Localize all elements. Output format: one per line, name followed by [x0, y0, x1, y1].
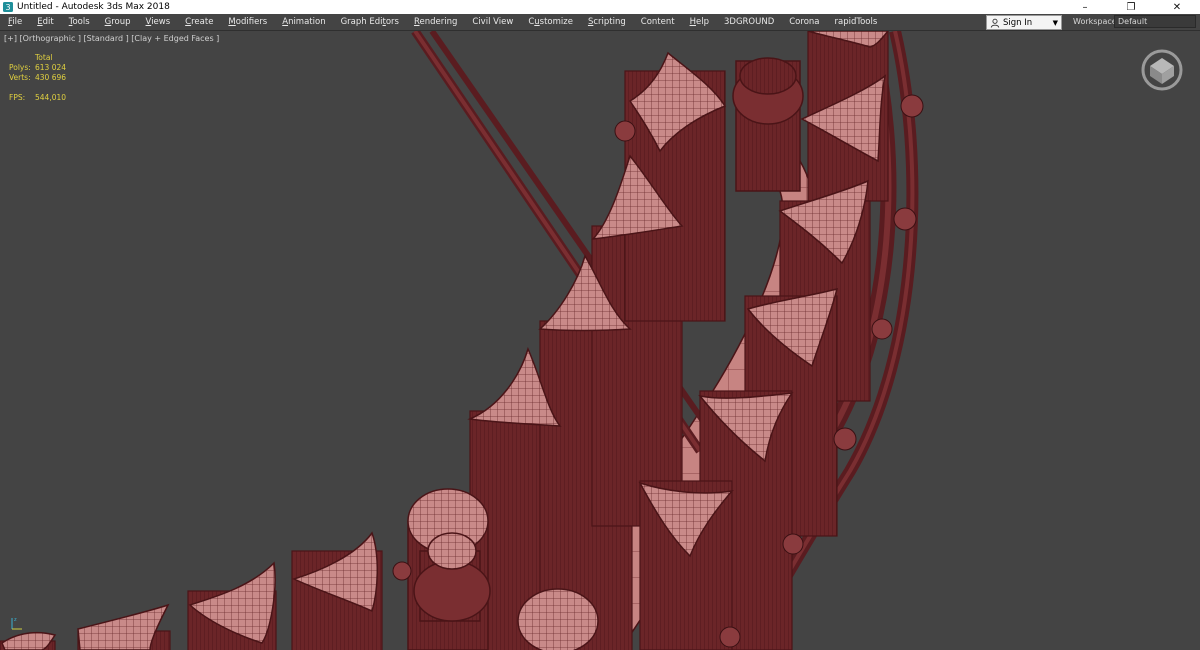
sign-in-dropdown[interactable]: Sign In ▼ [986, 15, 1062, 30]
menu-file[interactable]: File [0, 15, 29, 29]
fps-value: 544,010 [35, 93, 67, 102]
minimize-icon: – [1082, 1, 1088, 13]
menu-text: roup [111, 17, 131, 27]
3dsmax-logo-icon: 3 [3, 2, 13, 12]
window-title: Untitled - Autodesk 3ds Max 2018 [17, 2, 170, 12]
menu-bar: File Edit Tools Group Views Create Modifiers An… [0, 14, 1200, 31]
menu-edit[interactable]: Edit [29, 15, 60, 29]
menu-modifiers[interactable]: Modifiers [220, 15, 274, 29]
menu-text: Content [640, 17, 675, 27]
verts-value: 430 696 [35, 73, 67, 82]
menu-text: stomize [539, 17, 573, 27]
menu-corona[interactable]: Corona [781, 15, 826, 29]
menu-text: Graph Edi [340, 17, 383, 27]
menu-animation[interactable]: Animation [274, 15, 332, 29]
fps-label: FPS: [9, 93, 26, 102]
restore-icon: ❐ [1126, 1, 1136, 13]
menu-rapidtools[interactable]: rapidTools [827, 15, 885, 29]
menu-text: Civil View [472, 17, 514, 27]
menu-text: 3DGROUND [723, 17, 775, 27]
sign-in-label: Sign In [1003, 17, 1033, 28]
menu-content[interactable]: Content [633, 15, 682, 29]
stats-header: Total [35, 53, 53, 62]
menu-rendering[interactable]: Rendering [406, 15, 464, 29]
viewcube-icon[interactable] [1140, 48, 1184, 92]
menu-text: Corona [789, 17, 820, 27]
svg-text:z: z [14, 617, 17, 623]
perspective-viewport[interactable]: [+] [Orthographic ] [Standard ] [Clay + … [0, 31, 1200, 650]
menu-create[interactable]: Create [177, 15, 220, 29]
menu-text: ools [72, 17, 90, 27]
menu-text: nimation [288, 17, 326, 27]
title-bar: 3 Untitled - Autodesk 3ds Max 2018 – ❐ ✕ [0, 0, 1200, 14]
verts-label: Verts: [9, 73, 31, 82]
menu-text: iews [151, 17, 171, 27]
polys-value: 613 024 [35, 63, 67, 72]
menu-customize[interactable]: Customize [520, 15, 580, 29]
menu-text: odifiers [235, 17, 268, 27]
close-button[interactable]: ✕ [1154, 0, 1200, 14]
menu-text: cripting [593, 17, 626, 27]
menu-civil-view[interactable]: Civil View [464, 15, 520, 29]
menu-text: ile [12, 17, 23, 27]
menu-text: endering [419, 17, 458, 27]
restore-button[interactable]: ❐ [1108, 0, 1154, 14]
menu-text: elp [695, 17, 709, 27]
svg-text:3: 3 [5, 3, 10, 12]
menu-tools[interactable]: Tools [61, 15, 97, 29]
scene-render [0, 31, 924, 650]
menu-text: ors [385, 17, 399, 27]
close-icon: ✕ [1172, 1, 1182, 13]
viewport-label[interactable]: [+] [Orthographic ] [Standard ] [Clay + … [4, 34, 219, 43]
menu-text: dit [42, 17, 54, 27]
minimize-button[interactable]: – [1062, 0, 1108, 14]
menu-scripting[interactable]: Scripting [580, 15, 633, 29]
menu-text: reate [191, 17, 214, 27]
user-icon [990, 18, 1000, 28]
menu-help[interactable]: Help [682, 15, 716, 29]
menu-mnemonic: M [228, 17, 236, 27]
menu-group[interactable]: Group [97, 15, 138, 29]
menu-3dground[interactable]: 3DGROUND [716, 15, 781, 29]
polys-label: Polys: [9, 63, 31, 72]
menu-items: File Edit Tools Group Views Create Modifiers An… [0, 15, 884, 29]
chevron-down-icon: ▼ [1052, 18, 1058, 27]
statistics-overlay: Total Polys: 613 024 Verts: 430 696 FPS: 54… [9, 53, 66, 103]
workspace-select[interactable]: Default [1114, 15, 1196, 28]
menu-views[interactable]: Views [138, 15, 178, 29]
menu-text: rapidTools [834, 17, 878, 27]
axis-tripod-icon: z [11, 617, 22, 630]
menu-graph-editors[interactable]: Graph Editors [333, 15, 406, 29]
